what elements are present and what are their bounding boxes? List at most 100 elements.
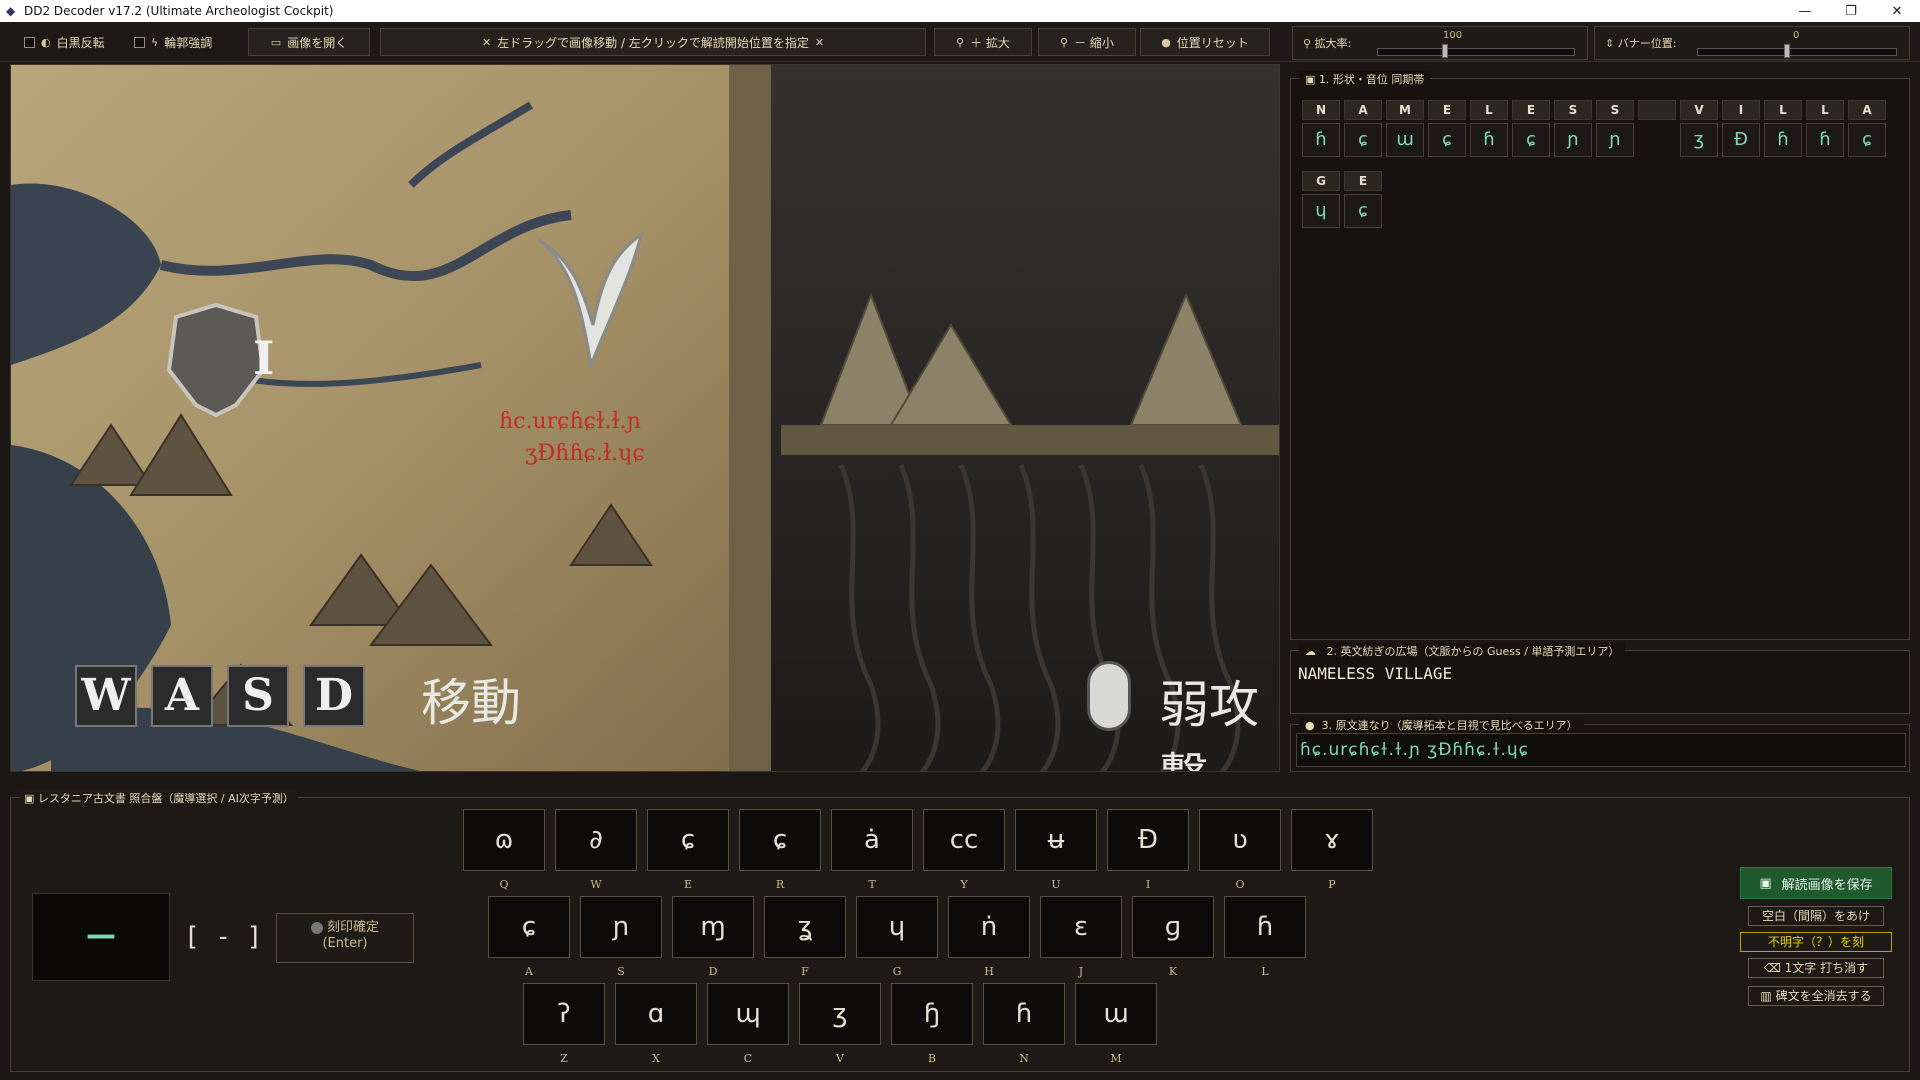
magnifier-icon: ⚲ bbox=[1303, 36, 1315, 50]
clear-all-button[interactable]: ▥ 碑文を全消去する bbox=[1748, 986, 1884, 1006]
glyph-key-w[interactable]: ∂ bbox=[555, 809, 637, 871]
glyph-key-b[interactable]: ɧ bbox=[891, 983, 973, 1045]
glyph-key-o[interactable]: ʋ bbox=[1199, 809, 1281, 871]
reset-position-button[interactable]: ● 位置リセット bbox=[1140, 28, 1270, 56]
glyph-sync-cell[interactable]: Lɦ bbox=[1470, 100, 1508, 157]
updown-icon: ⇕ bbox=[1605, 36, 1618, 50]
glyph-key-label: I bbox=[1145, 878, 1151, 891]
insert-unknown-button[interactable]: 不明字（？）を刻 bbox=[1740, 932, 1892, 952]
banner-position-control: ⇕ バナー位置: 0 bbox=[1594, 26, 1910, 60]
banner-position-slider-knob[interactable] bbox=[1784, 44, 1791, 58]
glyph-sync-cell[interactable]: Sɲ bbox=[1554, 100, 1592, 157]
glyph-key-h[interactable]: ṅ bbox=[948, 896, 1030, 958]
glyph-key-label: Z bbox=[560, 1052, 568, 1065]
backspace-button[interactable]: ⌫ 1文字 打ち消す bbox=[1748, 958, 1884, 978]
glyph-key-label: R bbox=[775, 878, 785, 891]
confirm-inscription-button[interactable]: 刻印確定 (Enter) bbox=[276, 913, 414, 963]
glyph-sync-glyph: ɕ bbox=[1344, 123, 1382, 157]
glyph-sync-cell[interactable]: Eɕ bbox=[1428, 100, 1466, 157]
glyph-key-q[interactable]: ɷ bbox=[463, 809, 545, 871]
glyph-sync-cell[interactable]: Eɕ bbox=[1512, 100, 1550, 157]
banner-position-value: 0 bbox=[1793, 30, 1800, 41]
glyph-key-k[interactable]: ɡ bbox=[1132, 896, 1214, 958]
zoom-rate-control: ⚲ 拡大率: 100 bbox=[1292, 26, 1588, 60]
save-decoded-image-button[interactable]: ▣ 解読画像を保存 bbox=[1740, 867, 1892, 899]
glyph-key-label: Y bbox=[960, 878, 968, 891]
invert-checkbox[interactable] bbox=[24, 36, 35, 48]
glyph-key-label: P bbox=[1328, 878, 1336, 891]
banner-position-slider[interactable] bbox=[1697, 48, 1897, 56]
glyph-key-x[interactable]: ɑ bbox=[615, 983, 697, 1045]
window-title: DD2 Decoder v17.2 (Ultimate Archeologist… bbox=[24, 4, 334, 18]
glyph-key-u[interactable]: ʉ bbox=[1015, 809, 1097, 871]
reset-position-label: 位置リセット bbox=[1176, 35, 1249, 50]
glyph-key-m[interactable]: ɯ bbox=[1075, 983, 1157, 1045]
glyph-sync-letter bbox=[1638, 100, 1676, 120]
glyph-key-t[interactable]: ȧ bbox=[831, 809, 913, 871]
close-button[interactable]: ✕ bbox=[1874, 0, 1920, 22]
glyph-sync-cell[interactable]: Lɦ bbox=[1806, 100, 1844, 157]
restore-button[interactable]: ❐ bbox=[1828, 0, 1874, 22]
edge-label: 輪郭強調 bbox=[164, 35, 213, 50]
glyph-sync-letter: L bbox=[1764, 100, 1802, 120]
zoom-rate-value: 100 bbox=[1443, 30, 1463, 41]
zoom-in-button[interactable]: ⚲ ＋ 拡大 bbox=[934, 28, 1032, 56]
edge-toggle[interactable]: ϟ 輪郭強調 bbox=[134, 28, 234, 56]
current-glyph-preview: — bbox=[32, 893, 170, 981]
glyph-key-f[interactable]: ʓ bbox=[764, 896, 846, 958]
glyph-key-label: U bbox=[1051, 878, 1061, 891]
insert-space-button[interactable]: 空白（間隔）をあけ bbox=[1748, 906, 1884, 926]
glyph-sync-cell[interactable]: Aɕ bbox=[1848, 100, 1886, 157]
glyph-sync-glyph: ɲ bbox=[1596, 123, 1634, 157]
selected-letter-indicator: [ - ] bbox=[184, 922, 263, 952]
english-guess-text[interactable]: NAMELESS VILLAGE bbox=[1298, 664, 1452, 683]
open-image-button[interactable]: ▭ 画像を開く bbox=[248, 28, 370, 56]
glyph-sync-cell[interactable]: Lɦ bbox=[1764, 100, 1802, 157]
glyph-key-r[interactable]: ɕ bbox=[739, 809, 821, 871]
glyph-key-v[interactable]: ʒ bbox=[799, 983, 881, 1045]
glyph-key-s[interactable]: ɲ bbox=[580, 896, 662, 958]
contrast-icon: ◐ bbox=[41, 35, 51, 49]
glyph-key-j[interactable]: ɛ bbox=[1040, 896, 1122, 958]
glyph-sync-letter: I bbox=[1722, 100, 1760, 120]
glyph-key-g[interactable]: ɥ bbox=[856, 896, 938, 958]
glyph-key-e[interactable]: ɕ bbox=[647, 809, 729, 871]
glyph-key-y[interactable]: cc bbox=[923, 809, 1005, 871]
invert-toggle[interactable]: ◐ 白黒反転 bbox=[24, 28, 124, 56]
glyph-key-n[interactable]: ɦ bbox=[983, 983, 1065, 1045]
glyph-sync-glyph: ɕ bbox=[1848, 123, 1886, 157]
zoom-out-button[interactable]: ⚲ － 縮小 bbox=[1038, 28, 1136, 56]
glyph-sync-cell[interactable]: IƉ bbox=[1722, 100, 1760, 157]
glyph-key-i[interactable]: Ɖ bbox=[1107, 809, 1189, 871]
glyph-sync-cell[interactable] bbox=[1638, 100, 1676, 120]
glyph-sync-cell[interactable]: Gɥ bbox=[1302, 171, 1340, 228]
glyph-sync-glyph: ɕ bbox=[1512, 123, 1550, 157]
glyph-sync-letter: S bbox=[1554, 100, 1592, 120]
glyph-sync-cell[interactable]: Aɕ bbox=[1344, 100, 1382, 157]
glyph-key-a[interactable]: ɕ bbox=[488, 896, 570, 958]
zoom-rate-slider[interactable] bbox=[1377, 48, 1575, 56]
glyph-key-p[interactable]: ɤ bbox=[1291, 809, 1373, 871]
glyph-key-label: D bbox=[708, 965, 718, 978]
save-icon: ▣ bbox=[1759, 875, 1772, 891]
glyph-sync-cell[interactable]: Eɕ bbox=[1344, 171, 1382, 228]
zoom-out-label: － 縮小 bbox=[1074, 35, 1114, 50]
lightning-icon: ϟ bbox=[151, 35, 159, 49]
glyph-key-d[interactable]: ɱ bbox=[672, 896, 754, 958]
hint-banner: ✕ 左ドラッグで画像移動 / 左クリックで解読開始位置を指定 ✕ bbox=[380, 28, 926, 56]
trash-icon: ▥ bbox=[1760, 989, 1776, 1003]
magnifier-icon: ⚲ bbox=[956, 35, 965, 49]
glyph-key-c[interactable]: ɰ bbox=[707, 983, 789, 1045]
minimize-button[interactable]: — bbox=[1782, 0, 1828, 22]
glyph-sync-cell[interactable]: Vʒ bbox=[1680, 100, 1718, 157]
banner-position-label: バナー位置: bbox=[1617, 37, 1677, 50]
glyph-key-z[interactable]: ʔ bbox=[523, 983, 605, 1045]
glyph-key-l[interactable]: ɦ bbox=[1224, 896, 1306, 958]
glyph-sync-cell[interactable]: Nɦ bbox=[1302, 100, 1340, 157]
glyph-sync-cell[interactable]: Sɲ bbox=[1596, 100, 1634, 157]
glyph-key-label: N bbox=[1019, 1052, 1029, 1065]
zoom-rate-slider-knob[interactable] bbox=[1442, 44, 1449, 58]
image-viewport[interactable]: I ɦc.urɕɦɕɫ.ɫ.ɲ ʒƉɦɦɕ.ɫ.ɥɕ WASD 移動 弱攻撃 bbox=[10, 64, 1280, 772]
glyph-sync-cell[interactable]: Mɯ bbox=[1386, 100, 1424, 157]
edge-checkbox[interactable] bbox=[134, 36, 145, 48]
